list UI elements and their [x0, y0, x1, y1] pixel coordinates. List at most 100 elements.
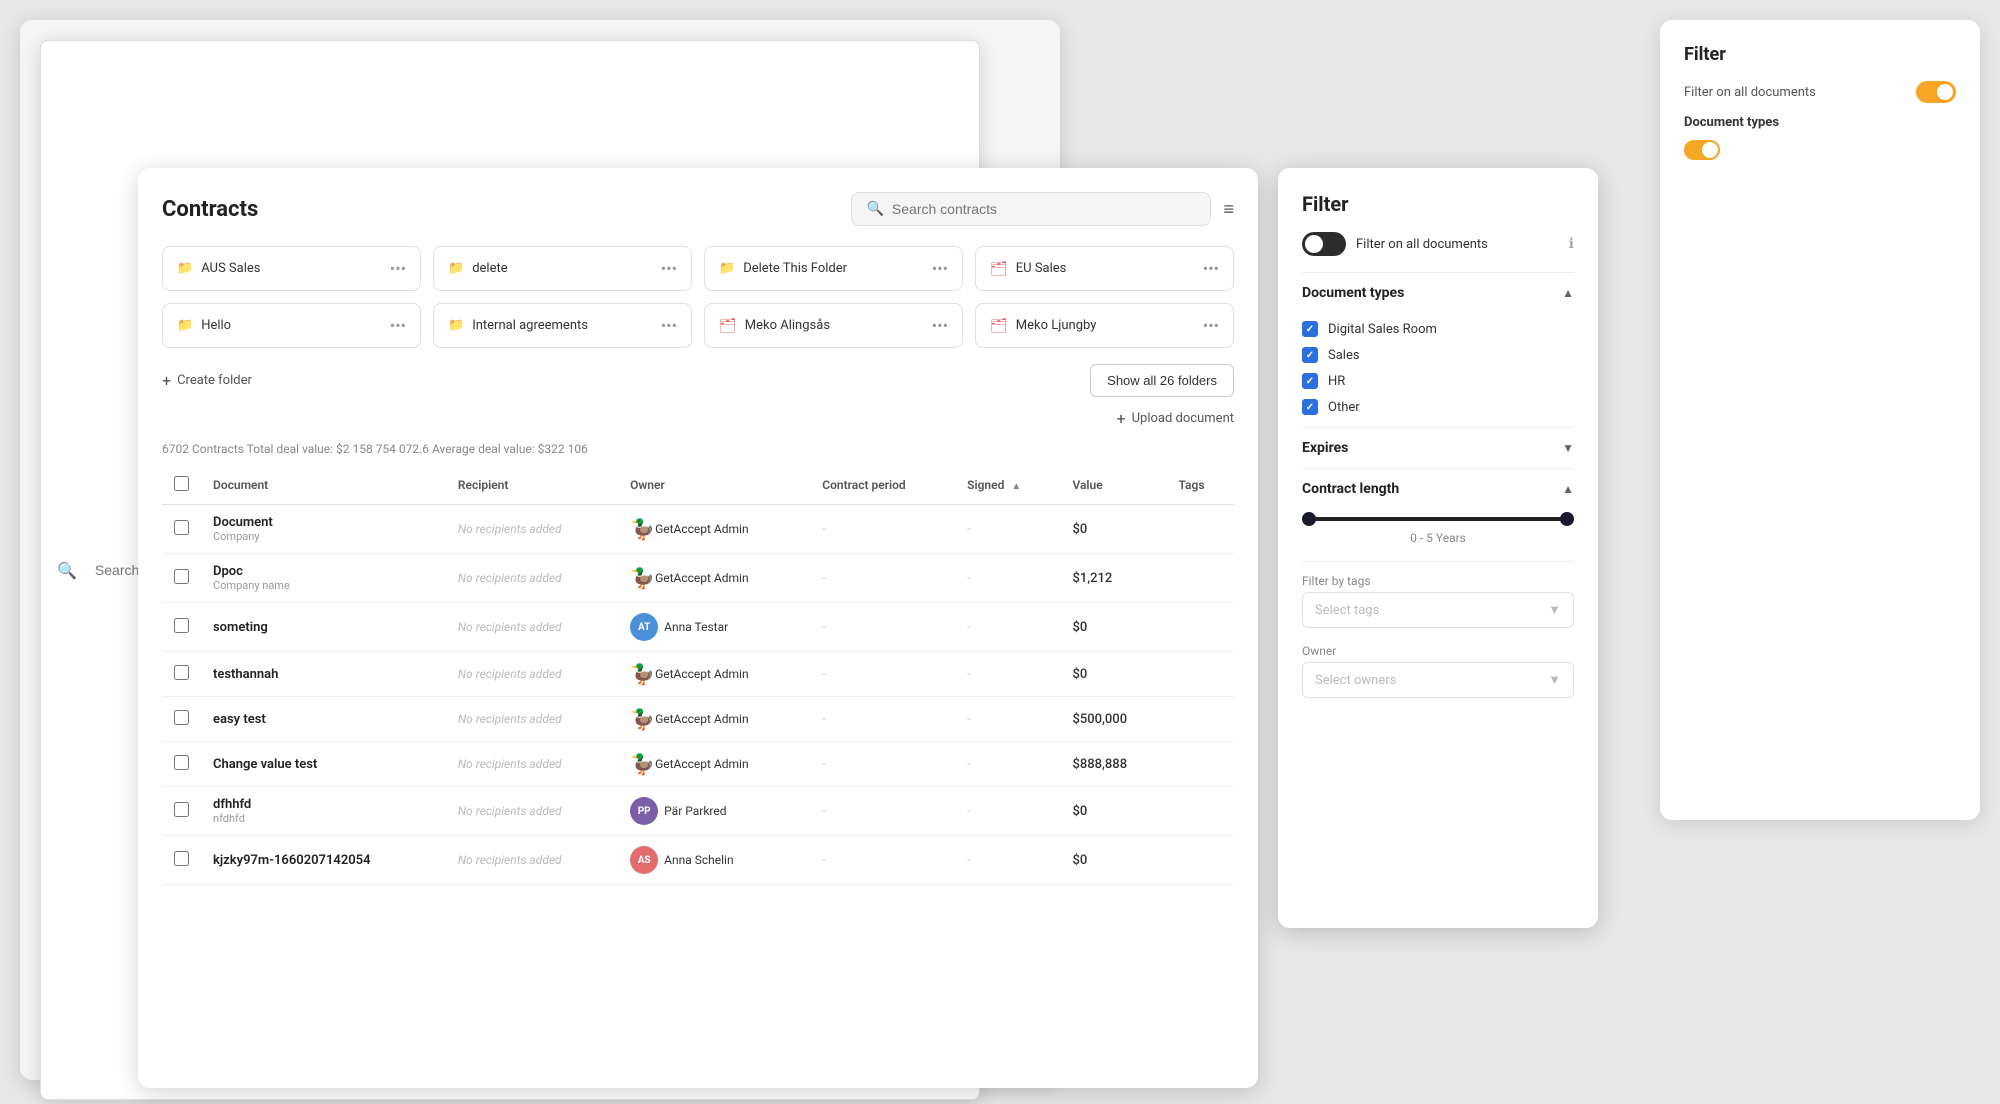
- main-search-bar[interactable]: 🔍: [851, 192, 1211, 226]
- slider-thumb-left[interactable]: [1302, 512, 1316, 526]
- owner-2: AT Anna Testar: [630, 613, 798, 641]
- value-1: $1,212: [1072, 571, 1112, 586]
- contract-length-range: 0 - 5 Years: [1302, 531, 1574, 545]
- owner-name-4: GetAccept Admin: [655, 712, 749, 726]
- owner-placeholder: Select owners: [1315, 673, 1396, 688]
- doc-type-hr: HR: [1302, 373, 1574, 389]
- filter-by-tags-select[interactable]: Select tags ▼: [1302, 592, 1574, 628]
- owner-name-2: Anna Testar: [664, 620, 728, 634]
- contract-period-7: -: [822, 853, 826, 868]
- filter-all-docs-toggle[interactable]: [1302, 232, 1346, 256]
- info-icon[interactable]: ℹ: [1569, 236, 1574, 252]
- owner-select[interactable]: Select owners ▼: [1302, 662, 1574, 698]
- owner-name-6: Pär Parkred: [664, 804, 726, 818]
- expires-title: Expires: [1302, 440, 1348, 456]
- row-checkbox-0[interactable]: [174, 520, 189, 535]
- upload-label: Upload document: [1132, 411, 1234, 426]
- folder-more-eu[interactable]: •••: [1203, 259, 1219, 278]
- folder-more-mekoa[interactable]: •••: [932, 316, 948, 335]
- checkbox-other[interactable]: [1302, 399, 1318, 415]
- row-checkbox-5[interactable]: [174, 755, 189, 770]
- owner-avatar-5: 🦆: [630, 752, 655, 776]
- signed-5: -: [967, 757, 971, 772]
- row-checkbox-6[interactable]: [174, 802, 189, 817]
- owner-0: 🦆 GetAccept Admin: [630, 517, 798, 541]
- contract-length-title: Contract length: [1302, 481, 1399, 497]
- owner-4: 🦆 GetAccept Admin: [630, 707, 798, 731]
- row-checkbox-3[interactable]: [174, 665, 189, 680]
- select-all-checkbox[interactable]: [174, 476, 189, 491]
- folder-more-int[interactable]: •••: [661, 316, 677, 335]
- slider-thumb-right[interactable]: [1560, 512, 1574, 526]
- row-checkbox-2[interactable]: [174, 618, 189, 633]
- show-all-folders-button[interactable]: Show all 26 folders: [1090, 364, 1234, 397]
- doc-type-label-sales: Sales: [1328, 348, 1360, 363]
- doc-name-3: testhannah: [213, 667, 434, 682]
- create-folder-inline-btn[interactable]: + Create folder: [162, 371, 252, 390]
- folder-delete-this[interactable]: 📁 Delete This Folder •••: [704, 246, 963, 291]
- doc-type-digital-sales-room: Digital Sales Room: [1302, 321, 1574, 337]
- main-search-input[interactable]: [892, 201, 1197, 217]
- owner-name-0: GetAccept Admin: [655, 522, 749, 536]
- table-header-row: Document Recipient Owner Contract period…: [162, 466, 1234, 505]
- search-icon: 🔍: [57, 561, 77, 580]
- owner-3: 🦆 GetAccept Admin: [630, 662, 798, 686]
- table-row: someting No recipients added AT Anna Tes…: [162, 603, 1234, 652]
- folder-meko-alingsas[interactable]: 🗂 Meko Alingsås •••: [704, 303, 963, 348]
- doc-type-sales: Sales: [1302, 347, 1574, 363]
- checkbox-hr[interactable]: [1302, 373, 1318, 389]
- create-folder-inline-label: Create folder: [177, 373, 252, 388]
- owner-7: AS Anna Schelin: [630, 846, 798, 874]
- row-checkbox-7[interactable]: [174, 851, 189, 866]
- divider-4: [1302, 561, 1574, 562]
- filter-panel-title: Filter: [1302, 192, 1574, 216]
- folder-more-aus[interactable]: •••: [390, 259, 406, 278]
- recipient-3: No recipients added: [458, 667, 562, 681]
- row-checkbox-4[interactable]: [174, 710, 189, 725]
- col-header-signed[interactable]: Signed ▲: [955, 466, 1060, 505]
- doc-type-label-other: Other: [1328, 400, 1360, 415]
- table-row: testhannah No recipients added 🦆 GetAcce…: [162, 652, 1234, 697]
- filter-bg-doc-types-label: Document types: [1684, 115, 1956, 130]
- main-contracts-panel: Contracts 🔍 ≡ 📁 AUS Sales ••• 📁 delete •…: [138, 168, 1258, 1088]
- signed-1: -: [967, 571, 971, 586]
- doc-name-4: easy test: [213, 712, 434, 727]
- col-header-owner: Owner: [618, 466, 810, 505]
- filter-all-docs-bg-label: Filter on all documents: [1684, 85, 1816, 100]
- checkbox-sales[interactable]: [1302, 347, 1318, 363]
- folder-more-mekol[interactable]: •••: [1203, 316, 1219, 335]
- expires-section-header[interactable]: Expires ▼: [1302, 440, 1574, 456]
- row-checkbox-1[interactable]: [174, 569, 189, 584]
- doc-type-other: Other: [1302, 399, 1574, 415]
- value-6: $0: [1072, 804, 1087, 819]
- folder-aus-sales[interactable]: 📁 AUS Sales •••: [162, 246, 421, 291]
- main-filter-icon[interactable]: ≡: [1223, 199, 1234, 220]
- contract-length-chevron[interactable]: ▲: [1562, 482, 1574, 496]
- filter-all-docs-bg-toggle[interactable]: [1916, 81, 1956, 103]
- slider-track: [1302, 517, 1574, 521]
- contract-period-6: -: [822, 804, 826, 819]
- folder-more-del[interactable]: •••: [661, 259, 677, 278]
- signed-0: -: [967, 522, 971, 537]
- upload-document-button[interactable]: + Upload document: [1117, 409, 1234, 428]
- doc-types-chevron-up[interactable]: ▲: [1562, 286, 1574, 300]
- filter-by-tags-placeholder: Select tags: [1315, 603, 1379, 618]
- recipient-7: No recipients added: [458, 853, 562, 867]
- divider-3: [1302, 468, 1574, 469]
- folder-eu-sales[interactable]: 🗂 EU Sales •••: [975, 246, 1234, 291]
- folder-icon-hello: 📁: [177, 318, 193, 333]
- folder-delete[interactable]: 📁 delete •••: [433, 246, 692, 291]
- chevron-down-icon-owner: ▼: [1548, 672, 1561, 688]
- doc-type-label-digital-sales-room: Digital Sales Room: [1328, 322, 1437, 337]
- expires-chevron-down[interactable]: ▼: [1562, 441, 1574, 455]
- folder-hello[interactable]: 📁 Hello •••: [162, 303, 421, 348]
- filter-panel-main: Filter Filter on all documents ℹ Documen…: [1278, 168, 1598, 928]
- filter-by-tags-row: Filter by tags Select tags ▼: [1302, 574, 1574, 628]
- folder-more-delt[interactable]: •••: [932, 259, 948, 278]
- checkbox-digital-sales-room[interactable]: [1302, 321, 1318, 337]
- folder-meko-ljungby[interactable]: 🗂 Meko Ljungby •••: [975, 303, 1234, 348]
- folder-internal[interactable]: 📁 Internal agreements •••: [433, 303, 692, 348]
- filter-all-docs-label: Filter on all documents: [1356, 237, 1559, 252]
- folder-more-hello[interactable]: •••: [390, 316, 406, 335]
- folder-name-hello: Hello: [201, 318, 231, 333]
